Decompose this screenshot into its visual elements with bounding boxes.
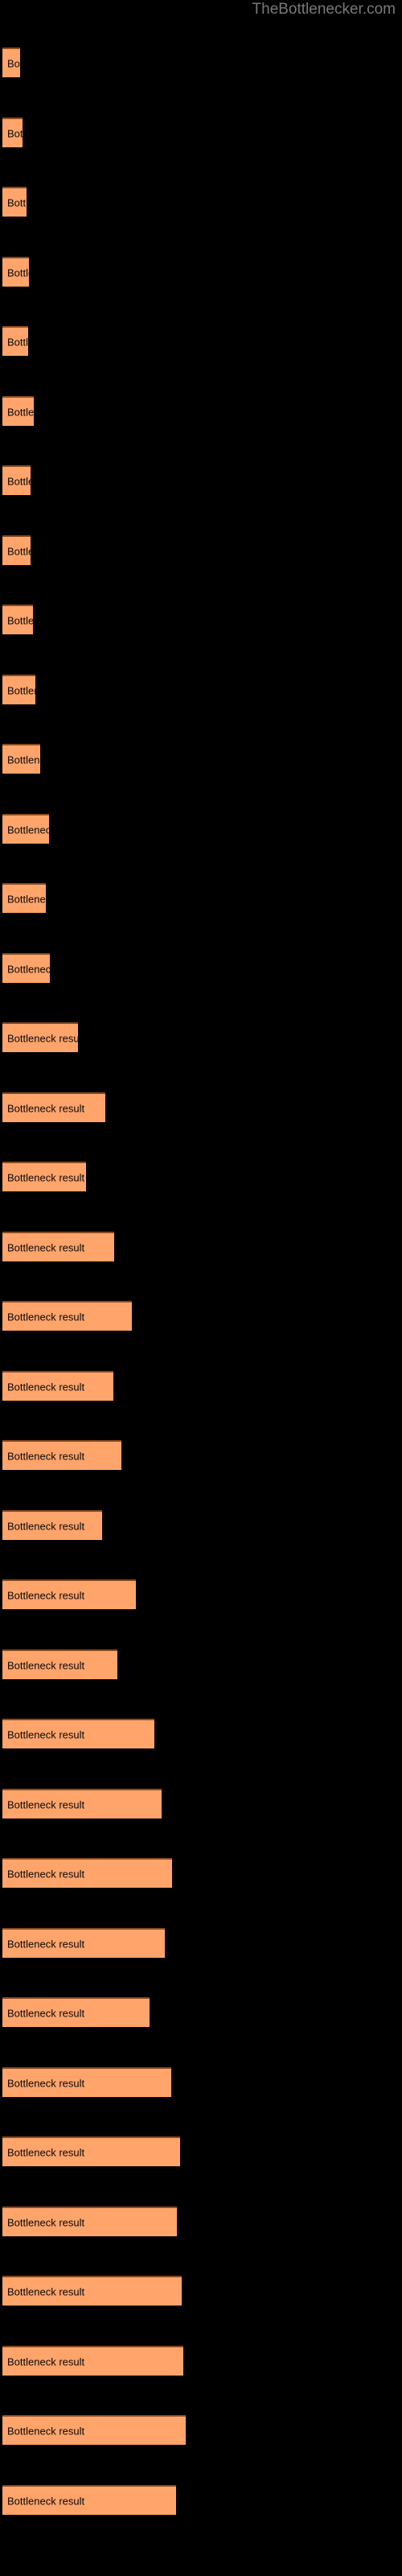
bar-34[interactable]: Bottleneck result <box>2 2346 183 2376</box>
bottleneck-bar-chart: TheBottlenecker.com Bottleneck resultBot… <box>0 0 402 2576</box>
bar-3[interactable]: Bottleneck result <box>2 187 27 217</box>
bar-label: Bottleneck result <box>7 545 31 557</box>
bar-label: Bottleneck result <box>7 1938 85 1950</box>
bar-33[interactable]: Bottleneck result <box>2 2276 182 2306</box>
bar-35[interactable]: Bottleneck result <box>2 2415 186 2445</box>
bar-29[interactable]: Bottleneck result <box>2 1997 150 2027</box>
bar-26[interactable]: Bottleneck result <box>2 1789 162 1818</box>
bar-label: Bottleneck result <box>7 2007 85 2019</box>
bar-25[interactable]: Bottleneck result <box>2 1719 154 1748</box>
bar-label: Bottleneck result <box>7 824 49 836</box>
bar-36[interactable]: Bottleneck result <box>2 2485 176 2515</box>
bar-label: Bottleneck result <box>7 893 46 905</box>
bar-label: Bottleneck result <box>7 57 20 69</box>
bar-label: Bottleneck result <box>7 1798 85 1810</box>
bar-15[interactable]: Bottleneck result <box>2 1022 78 1052</box>
bar-label: Bottleneck result <box>7 684 35 696</box>
bar-label: Bottleneck result <box>7 2495 85 2507</box>
bar-13[interactable]: Bottleneck result <box>2 883 46 913</box>
bar-label: Bottleneck result <box>7 753 40 766</box>
bar-label: Bottleneck result <box>7 1659 85 1671</box>
bar-label: Bottleneck result <box>7 2146 85 2158</box>
bar-label: Bottleneck result <box>7 1868 85 1880</box>
bar-30[interactable]: Bottleneck result <box>2 2067 171 2097</box>
bar-1[interactable]: Bottleneck result <box>2 47 20 77</box>
bar-11[interactable]: Bottleneck result <box>2 744 40 774</box>
bar-label: Bottleneck result <box>7 1171 85 1183</box>
bar-19[interactable]: Bottleneck result <box>2 1301 132 1331</box>
bar-label: Bottleneck result <box>7 1311 85 1323</box>
bar-4[interactable]: Bottleneck result <box>2 257 29 287</box>
bar-27[interactable]: Bottleneck result <box>2 1858 172 1888</box>
bar-label: Bottleneck result <box>7 2355 85 2368</box>
bar-10[interactable]: Bottleneck result <box>2 675 35 704</box>
bar-label: Bottleneck result <box>7 1102 85 1114</box>
bar-label: Bottleneck result <box>7 336 28 348</box>
bar-label: Bottleneck result <box>7 1589 85 1601</box>
bar-label: Bottleneck result <box>7 2425 85 2437</box>
bar-label: Bottleneck result <box>7 127 23 139</box>
bar-22[interactable]: Bottleneck result <box>2 1510 102 1540</box>
bar-label: Bottleneck result <box>7 1728 85 1740</box>
bar-17[interactable]: Bottleneck result <box>2 1162 86 1191</box>
bar-series-layer: Bottleneck result Bottleneck result Bottle… <box>0 0 402 2576</box>
bar-14[interactable]: Bottleneck result <box>2 953 50 983</box>
bar-18[interactable]: Bottleneck result <box>2 1232 114 1261</box>
bar-label: Bottleneck result <box>7 475 31 487</box>
bar-2[interactable]: Bottleneck result <box>2 118 23 147</box>
bar-12[interactable]: Bottleneck result <box>2 814 49 844</box>
bar-7[interactable]: Bottleneck result <box>2 465 31 495</box>
bar-5[interactable]: Bottleneck result <box>2 326 28 356</box>
bar-8[interactable]: Bottleneck result <box>2 535 31 565</box>
bar-label: Bottleneck result <box>7 1241 85 1253</box>
bar-label: Bottleneck result <box>7 2216 85 2228</box>
bar-23[interactable]: Bottleneck result <box>2 1579 136 1609</box>
bar-label: Bottleneck result <box>7 1450 85 1462</box>
bar-21[interactable]: Bottleneck result <box>2 1440 121 1470</box>
bar-9[interactable]: Bottleneck result <box>2 605 33 634</box>
bar-label: Bottleneck result <box>7 963 50 975</box>
bar-20[interactable]: Bottleneck result <box>2 1371 113 1401</box>
bar-31[interactable]: Bottleneck result <box>2 2136 180 2166</box>
bar-28[interactable]: Bottleneck result <box>2 1928 165 1958</box>
bar-label: Bottleneck result <box>7 196 27 208</box>
bar-label: Bottleneck result <box>7 2077 85 2089</box>
bar-label: Bottleneck result <box>7 1381 85 1393</box>
bar-label: Bottleneck result <box>7 2285 85 2297</box>
bar-label: Bottleneck result <box>7 614 33 626</box>
bar-label: Bottleneck result <box>7 406 34 418</box>
bar-16[interactable]: Bottleneck result <box>2 1092 105 1122</box>
bar-24[interactable]: Bottleneck result <box>2 1649 117 1679</box>
bar-label: Bottleneck result <box>7 266 29 279</box>
bar-label: Bottleneck result <box>7 1032 78 1044</box>
bar-6[interactable]: Bottleneck result <box>2 396 34 426</box>
bar-32[interactable]: Bottleneck result <box>2 2207 177 2236</box>
bar-label: Bottleneck result <box>7 1520 85 1532</box>
